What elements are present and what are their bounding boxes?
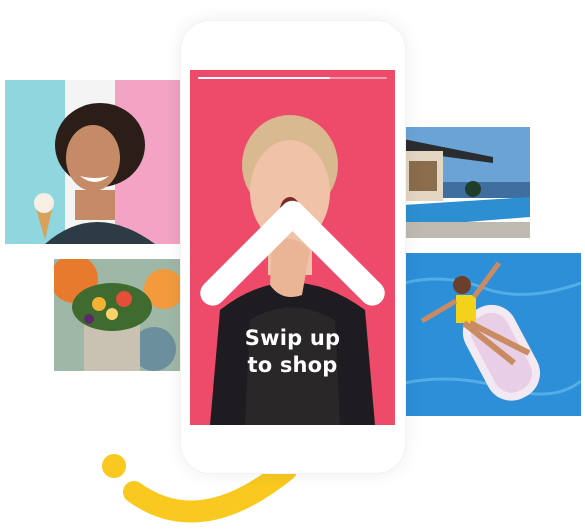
chevron-up-icon[interactable] bbox=[190, 70, 395, 425]
photo-food-bowl bbox=[54, 259, 182, 371]
photo-woman-ice-cream bbox=[5, 80, 182, 244]
photo-villa-pool bbox=[403, 127, 530, 238]
story-screen[interactable]: Swip up to shop bbox=[190, 70, 395, 425]
photo-woman-pool-float bbox=[404, 253, 581, 416]
